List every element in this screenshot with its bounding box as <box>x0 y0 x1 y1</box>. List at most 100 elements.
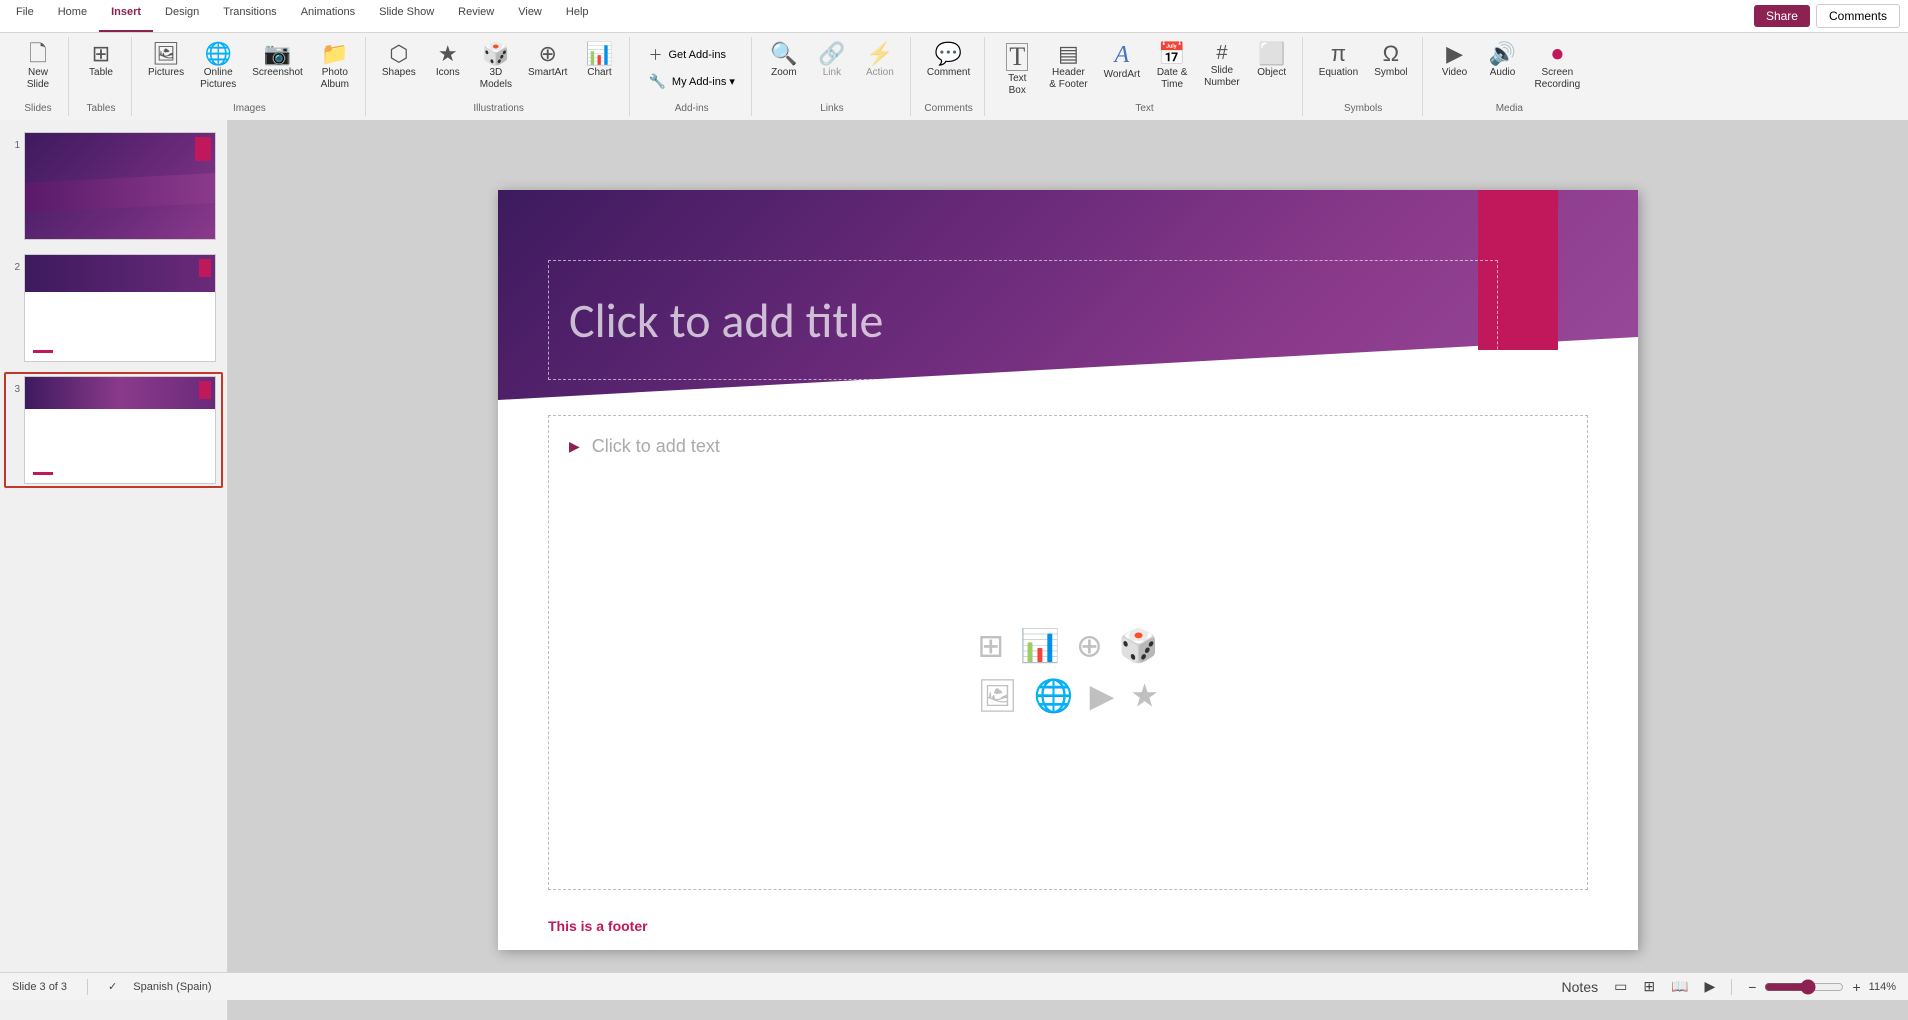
slide-thumb-3[interactable]: 3 <box>4 372 223 488</box>
zoom-button[interactable]: 🔍 Zoom <box>762 39 806 83</box>
audio-button[interactable]: 🔊 Audio <box>1481 39 1525 83</box>
insert-chart-icon[interactable]: 📊 <box>1020 626 1060 664</box>
icons-button[interactable]: ★ Icons <box>426 39 470 83</box>
comments-button[interactable]: Comments <box>1816 4 1900 28</box>
chart-button[interactable]: 📊 Chart <box>577 39 621 83</box>
equation-icon: π <box>1331 43 1346 65</box>
zoom-icon: 🔍 <box>770 43 797 65</box>
tab-animations[interactable]: Animations <box>289 0 367 32</box>
object-button[interactable]: ⬜ Object <box>1250 39 1294 83</box>
table-icon: ⊞ <box>92 43 110 65</box>
get-addins-button[interactable]: ＋ Get Add-ins <box>640 43 742 67</box>
tab-review[interactable]: Review <box>446 0 506 32</box>
ribbon-group-links: 🔍 Zoom 🔗 Link ⚡ Action Links <box>754 37 911 116</box>
tab-insert[interactable]: Insert <box>99 0 153 32</box>
insert-smartart-icon[interactable]: ⊕ <box>1076 626 1103 664</box>
insert-table-icon[interactable]: ⊞ <box>977 626 1004 664</box>
tab-help[interactable]: Help <box>554 0 601 32</box>
online-pictures-button[interactable]: 🌐 OnlinePictures <box>194 39 242 95</box>
comment-button[interactable]: 💬 Comment <box>921 39 976 83</box>
chart-icon: 📊 <box>586 43 613 65</box>
header-footer-button[interactable]: ▤ Header& Footer <box>1043 39 1093 95</box>
photo-album-button[interactable]: 📁 PhotoAlbum <box>313 39 357 95</box>
slide-panel: 1 2 3 <box>0 120 228 1020</box>
insert-icons-icon[interactable]: ★ <box>1130 676 1159 714</box>
zoom-slider[interactable] <box>1764 979 1844 995</box>
tab-design[interactable]: Design <box>153 0 211 32</box>
photo-album-icon: 📁 <box>321 43 348 65</box>
view-reading-button[interactable]: 📖 <box>1667 976 1692 997</box>
date-time-button[interactable]: 📅 Date &Time <box>1150 39 1194 95</box>
links-group-label: Links <box>820 103 843 114</box>
action-button[interactable]: ⚡ Action <box>858 39 902 83</box>
content-placeholder-text: Click to add text <box>592 436 720 457</box>
equation-button[interactable]: π Equation <box>1313 39 1364 83</box>
spell-check-icon: ✓ <box>108 980 117 993</box>
video-button[interactable]: ▶ Video <box>1433 39 1477 83</box>
slide-number-button[interactable]: # SlideNumber <box>1198 39 1246 93</box>
object-icon: ⬜ <box>1258 43 1285 65</box>
3d-models-button[interactable]: 🎲 3DModels <box>474 39 518 95</box>
addins-group-label: Add-ins <box>675 103 709 114</box>
symbol-icon: Ω <box>1383 43 1399 65</box>
table-button[interactable]: ⊞ Table <box>79 39 123 83</box>
pictures-button[interactable]: 🖼 Pictures <box>142 39 190 83</box>
zoom-out-button[interactable]: − <box>1744 977 1760 997</box>
language-indicator: Spanish (Spain) <box>133 981 211 993</box>
symbol-button[interactable]: Ω Symbol <box>1368 39 1413 83</box>
symbols-group-label: Symbols <box>1344 103 1382 114</box>
ribbon-group-images: 🖼 Pictures 🌐 OnlinePictures 📷 Screenshot… <box>134 37 366 116</box>
ribbon-group-addins: ＋ Get Add-ins 🔧 My Add-ins ▾ Add-ins <box>632 37 751 116</box>
screen-recording-button[interactable]: ⏺ ScreenRecording <box>1529 39 1587 95</box>
tab-file[interactable]: File <box>4 0 46 32</box>
status-left: Slide 3 of 3 ✓ Spanish (Spain) <box>12 979 212 995</box>
view-slideshow-button[interactable]: ▶ <box>1701 976 1720 997</box>
link-button[interactable]: 🔗 Link <box>810 39 854 83</box>
screenshot-icon: 📷 <box>264 43 291 65</box>
slide-thumb-1[interactable]: 1 <box>4 128 223 244</box>
tab-home[interactable]: Home <box>46 0 99 32</box>
slide-thumb-2[interactable]: 2 <box>4 250 223 366</box>
tables-group-label: Tables <box>87 103 116 114</box>
title-placeholder[interactable]: Click to add title <box>548 260 1498 380</box>
ribbon-tabs: File Home Insert Design Transitions Anim… <box>0 0 1908 33</box>
shapes-button[interactable]: ⬡ Shapes <box>376 39 422 83</box>
3d-models-icon: 🎲 <box>482 43 509 65</box>
audio-icon: 🔊 <box>1489 43 1516 65</box>
tab-transitions[interactable]: Transitions <box>211 0 288 32</box>
screenshot-button[interactable]: 📷 Screenshot <box>246 39 309 83</box>
zoom-in-button[interactable]: + <box>1848 977 1864 997</box>
status-right: Notes ▭ ⊞ 📖 ▶ − + 114% <box>1558 976 1896 997</box>
slide-number-icon: # <box>1216 43 1227 63</box>
content-icons-row-2: 🖼 🌐 ▶ ★ <box>977 676 1159 714</box>
smartart-icon: ⊕ <box>539 43 557 65</box>
pictures-icon: 🖼 <box>152 43 180 65</box>
view-normal-button[interactable]: ▭ <box>1610 976 1631 997</box>
status-bar: Slide 3 of 3 ✓ Spanish (Spain) Notes ▭ ⊞… <box>0 972 1908 1000</box>
bullet-arrow-icon: ▶ <box>569 438 580 455</box>
new-slide-button[interactable]: 🗋 NewSlide <box>16 39 60 95</box>
slide-count: Slide 3 of 3 <box>12 981 67 993</box>
ribbon-content: 🗋 NewSlide Slides ⊞ Table Tables 🖼 Pictu <box>0 33 1908 120</box>
tab-view[interactable]: View <box>506 0 554 32</box>
view-slide-sorter-button[interactable]: ⊞ <box>1639 976 1659 997</box>
share-button[interactable]: Share <box>1754 5 1810 27</box>
canvas-area: Click to add title ▶ Click to add text ⊞… <box>228 120 1908 1020</box>
insert-picture-icon[interactable]: 🖼 <box>977 676 1018 714</box>
insert-3d-icon[interactable]: 🎲 <box>1119 626 1159 664</box>
smartart-button[interactable]: ⊕ SmartArt <box>522 39 573 83</box>
wordart-button[interactable]: A WordArt <box>1098 39 1147 85</box>
ribbon-group-slides: 🗋 NewSlide Slides <box>8 37 69 116</box>
insert-online-picture-icon[interactable]: 🌐 <box>1034 676 1074 714</box>
action-icon: ⚡ <box>866 43 893 65</box>
notes-button[interactable]: Notes <box>1558 977 1603 997</box>
slide-image-1 <box>24 132 216 240</box>
tab-slideshow[interactable]: Slide Show <box>367 0 446 32</box>
content-placeholder[interactable]: ▶ Click to add text ⊞ 📊 ⊕ 🎲 🖼 🌐 ▶ <box>548 415 1588 890</box>
content-icons-row-1: ⊞ 📊 ⊕ 🎲 <box>977 626 1158 664</box>
screen-recording-icon: ⏺ <box>1552 43 1563 65</box>
text-box-button[interactable]: T TextBox <box>995 39 1039 101</box>
insert-video-icon[interactable]: ▶ <box>1090 676 1115 714</box>
my-addins-button[interactable]: 🔧 My Add-ins ▾ <box>640 71 742 92</box>
zoom-level: 114% <box>1869 981 1896 993</box>
